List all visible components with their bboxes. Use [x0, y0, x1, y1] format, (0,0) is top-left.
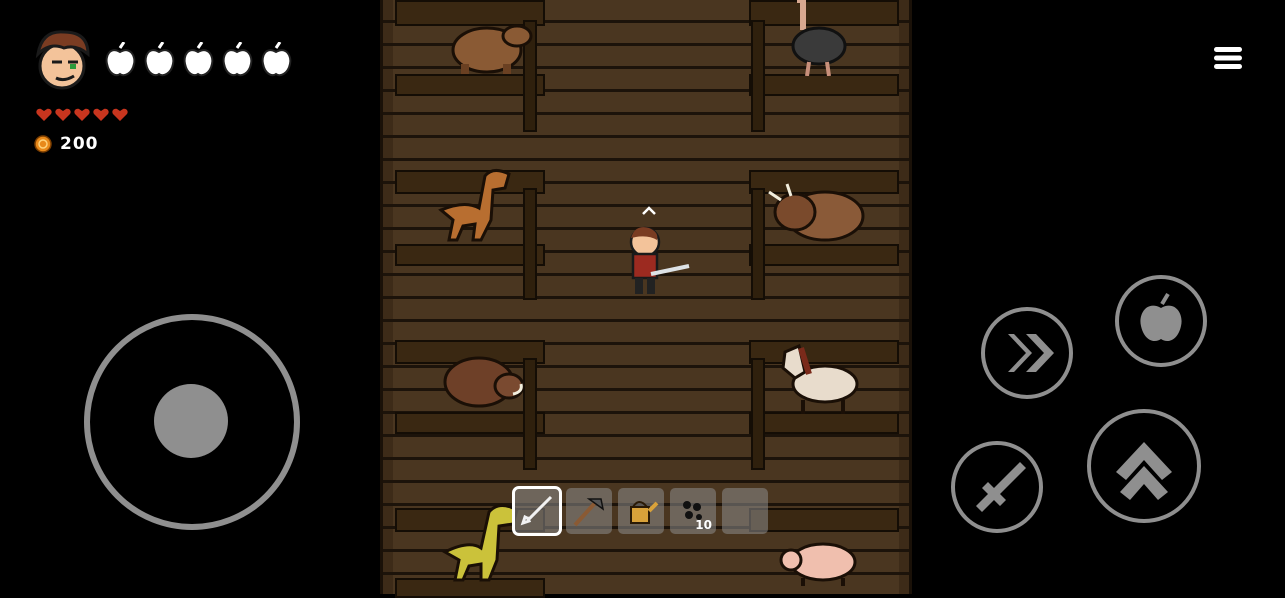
- coin-count: 200: [60, 134, 99, 154]
- hunger-bar: [104, 42, 293, 78]
- apple-icon: [222, 42, 253, 77]
- dinosaur-sprite: [441, 504, 519, 582]
- jump-button[interactable]: [1086, 408, 1202, 524]
- watering-can-icon: [630, 501, 659, 524]
- movement-joystick[interactable]: [82, 312, 302, 532]
- apple-icon: [261, 42, 292, 77]
- stall-post: [751, 20, 765, 132]
- heart-icon: [55, 108, 71, 121]
- eat-apple-button[interactable]: [1114, 274, 1208, 368]
- apple-icon: [144, 42, 175, 77]
- apple-icon: [105, 42, 136, 77]
- heart-icon: [93, 108, 109, 121]
- health-bar: [36, 108, 128, 122]
- triceratops-sprite: [768, 183, 865, 242]
- dinosaur-sprite: [438, 169, 511, 242]
- hoe-icon: [573, 498, 605, 527]
- hotbar-slot-empty[interactable]: [722, 488, 768, 534]
- heart-icon: [74, 108, 90, 121]
- apple-icon: [183, 42, 214, 77]
- boar-sprite: [443, 356, 525, 408]
- hotbar-slot-sword[interactable]: [512, 486, 562, 536]
- hotbar-slot-seeds[interactable]: 10: [670, 488, 716, 534]
- attack-button[interactable]: [950, 440, 1044, 534]
- stall-shelf: [749, 508, 899, 532]
- stall-post: [751, 358, 765, 470]
- stall-post: [751, 188, 765, 300]
- joystick-thumb[interactable]: [154, 384, 228, 458]
- coin-icon: [34, 135, 52, 153]
- coin-counter: 200: [34, 134, 99, 154]
- capybara-sprite: [451, 24, 533, 74]
- stall-post: [523, 188, 537, 300]
- heart-icon: [112, 108, 128, 121]
- player-portrait: [35, 30, 90, 90]
- sword-icon: [520, 495, 553, 526]
- stall-rail: [749, 74, 899, 96]
- dash-button[interactable]: [980, 306, 1074, 400]
- hotbar-slot-hoe[interactable]: [566, 488, 612, 534]
- horse-sprite: [781, 344, 859, 414]
- heart-icon: [36, 108, 52, 121]
- pig-sprite: [779, 542, 857, 586]
- stall-rail: [749, 244, 899, 266]
- seeds-count: 10: [695, 518, 712, 532]
- player-character[interactable]: [623, 222, 691, 302]
- hotbar-slot-watering-can[interactable]: [618, 488, 664, 534]
- inventory-hotbar: 10: [512, 486, 768, 536]
- ostrich-sprite: [791, 0, 847, 76]
- menu-icon[interactable]: [1212, 44, 1244, 72]
- interact-indicator-icon: [642, 206, 656, 215]
